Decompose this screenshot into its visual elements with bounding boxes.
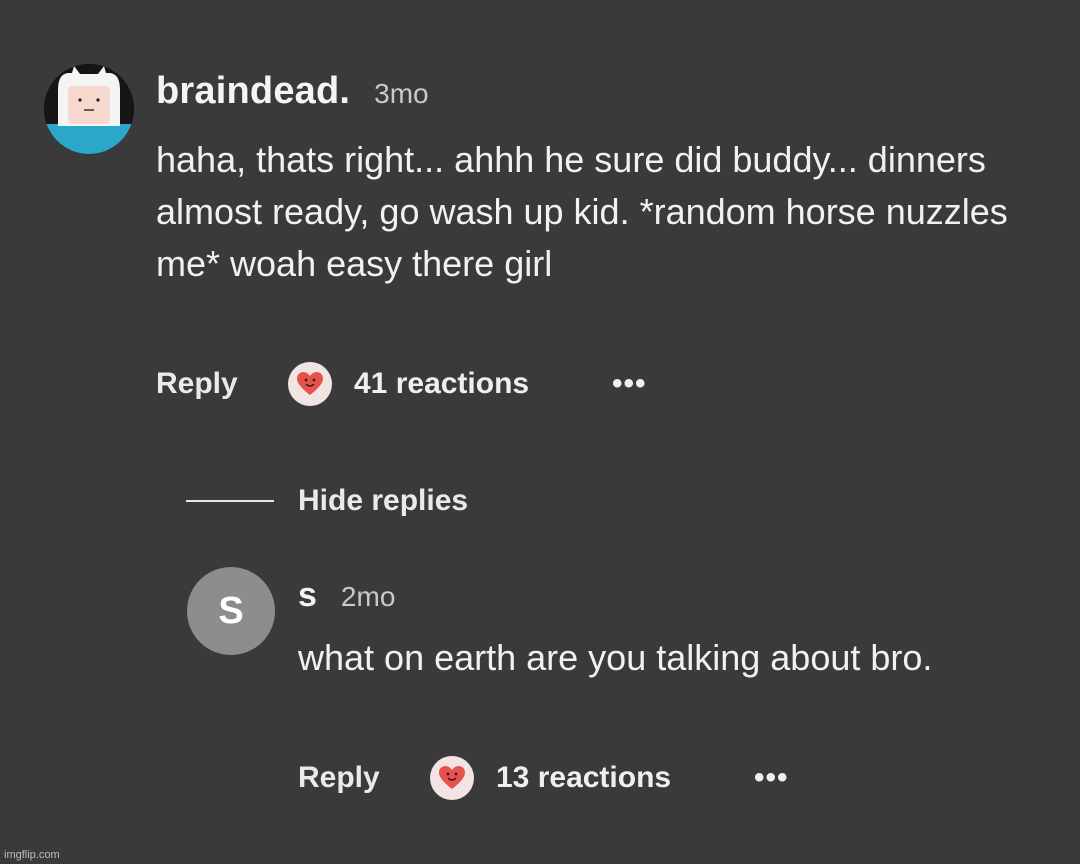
hide-replies-toggle[interactable]: Hide replies [186, 484, 468, 518]
reply-username[interactable]: s [298, 576, 317, 615]
hide-replies-label[interactable]: Hide replies [298, 484, 468, 518]
reply-button[interactable]: Reply [156, 367, 288, 401]
heart-face-icon[interactable] [430, 756, 474, 800]
comment-text: haha, thats right... ahhh he sure did bu… [156, 139, 1008, 284]
avatar[interactable]: S [187, 567, 275, 655]
reply-actions: Reply 13 reactions ••• [298, 756, 789, 800]
comment-header: braindead. 3mo [156, 70, 429, 113]
more-options-icon[interactable]: ••• [754, 763, 789, 793]
heart-face-icon[interactable] [288, 362, 332, 406]
reaction-count[interactable]: 41 reactions [354, 367, 612, 401]
finn-avatar-icon[interactable] [44, 64, 134, 154]
reply-header: s 2mo [298, 576, 395, 615]
username[interactable]: braindead. [156, 70, 350, 113]
comment-thread: braindead. 3mo haha, thats right... ahhh… [0, 0, 1080, 864]
reply-text: what on earth are you talking about bro. [298, 637, 933, 678]
watermark: imgflip.com [4, 849, 60, 861]
more-options-icon[interactable]: ••• [612, 369, 647, 399]
divider-line [186, 500, 274, 502]
timestamp: 3mo [374, 78, 429, 109]
comment-actions: Reply 41 reactions ••• [156, 362, 647, 406]
reaction-count[interactable]: 13 reactions [496, 761, 754, 795]
reply-timestamp: 2mo [340, 581, 396, 612]
reply-button[interactable]: Reply [298, 761, 430, 795]
